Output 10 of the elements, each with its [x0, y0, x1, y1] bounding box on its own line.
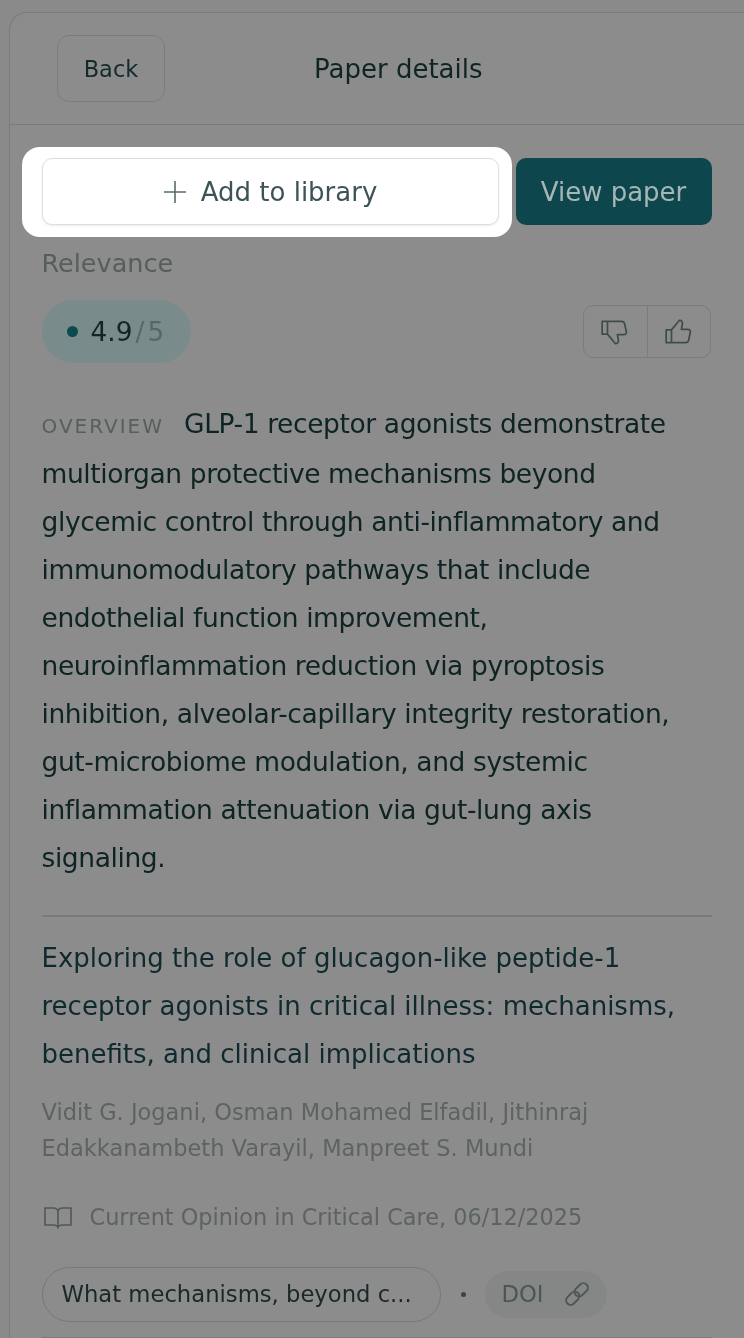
relevance-score: 4.9 [90, 316, 133, 347]
book-icon [43, 1204, 72, 1229]
page-title: Paper details [314, 53, 483, 84]
paper-title: Exploring the role of glucagon-like peptide-1 receptor agonists in critical illness: mechanisms, benefits, and clinical implications [41, 941, 677, 1071]
separator-dot-icon [460, 1291, 466, 1297]
back-button[interactable]: Back [57, 35, 165, 102]
status-dot-icon [66, 326, 78, 337]
plus-icon [162, 179, 187, 204]
view-paper-button[interactable]: View paper [515, 158, 712, 225]
add-to-library-button[interactable]: Add to library [41, 158, 499, 225]
